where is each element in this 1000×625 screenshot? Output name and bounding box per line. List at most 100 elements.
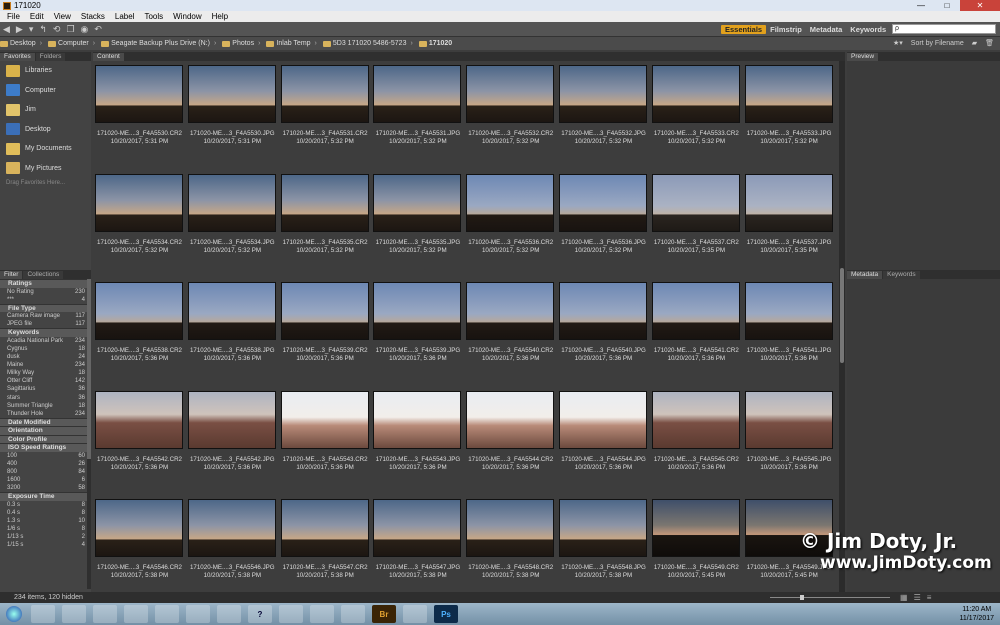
photo-thumbnail[interactable] [95,390,183,449]
back-icon[interactable]: ◀ [3,24,10,35]
photo-thumbnail[interactable] [559,173,647,232]
filter-row[interactable]: No Rating 230 [0,288,91,296]
thumbnail-item[interactable]: 171020-ME....3_F4A5541.JPG 10/20/2017, 5:… [743,278,836,383]
start-button-icon[interactable] [6,606,22,622]
system-clock[interactable]: 11:20 AM 11/17/2017 [959,605,994,623]
photo-thumbnail[interactable] [559,390,647,449]
app2-icon[interactable] [403,605,427,623]
favorite-item-my-pictures[interactable]: My Pictures [0,159,91,179]
breadcrumb-item[interactable]: 171020 [418,40,452,47]
photo-thumbnail[interactable] [280,282,369,340]
menu-edit[interactable]: Edit [25,12,49,21]
thumbnail-item[interactable]: 171020-ME....3_F4A5544.JPG 10/20/2017, 5:… [557,387,650,492]
filter-row[interactable]: Camera Raw image 117 [0,312,91,320]
thumbnail-item[interactable]: 171020-ME....3_F4A5545.CR2 10/20/2017, 5:… [650,387,743,492]
thumbnail-item[interactable]: 171020-ME....3_F4A5533.CR2 10/20/2017, 5:… [650,61,743,166]
menu-file[interactable]: File [2,12,25,21]
maximize-icon[interactable]: □ [934,0,960,11]
photo-thumbnail[interactable] [466,282,555,340]
thumbnail-item[interactable]: 171020-ME....3_F4A5546.CR2 10/20/2017, 5:… [93,495,186,592]
filter-row[interactable]: Acadia National Park 234 [0,337,91,345]
content-scrollbar[interactable] [839,61,845,592]
favorite-item-my-documents[interactable]: My Documents [0,139,91,159]
output-icon[interactable]: ◉ [81,24,89,35]
thumbnail-item[interactable]: 171020-ME....3_F4A5534.JPG 10/20/2017, 5:… [186,170,279,275]
filter-row[interactable]: 0.4 s 8 [0,509,91,517]
filter-row[interactable]: 1.3 s 10 [0,517,91,525]
app-icon[interactable] [341,605,365,623]
photo-thumbnail[interactable] [651,173,740,232]
favorite-item-libraries[interactable]: Libraries [0,61,91,81]
photo-thumbnail[interactable] [373,282,462,340]
thumbnail-item[interactable]: 171020-ME....3_F4A5539.CR2 10/20/2017, 5:… [279,278,372,383]
filter-row[interactable]: 0.3 s 8 [0,501,91,509]
workspace-essentials[interactable]: Essentials [721,25,767,34]
menu-label[interactable]: Label [110,12,140,21]
bridge-icon[interactable]: Br [372,605,396,623]
filter-row[interactable]: dusk 24 [0,353,91,361]
photo-thumbnail[interactable] [466,173,555,232]
menu-help[interactable]: Help [207,12,233,21]
favorite-item-jim[interactable]: Jim [0,100,91,120]
tab-filter[interactable]: Filter [0,271,23,279]
photo-thumbnail[interactable] [95,499,183,557]
photo-thumbnail[interactable] [95,65,183,123]
photo-thumbnail[interactable] [651,390,740,449]
photo-thumbnail[interactable] [95,173,183,232]
thumbnail-item[interactable]: 171020-ME....3_F4A5549.CR2 10/20/2017, 5:… [650,495,743,592]
photo-thumbnail[interactable] [559,65,647,123]
grid-view-icon[interactable]: ▦ [900,593,908,602]
thumbnail-item[interactable]: 171020-ME....3_F4A5541.CR2 10/20/2017, 5:… [650,278,743,383]
thumbnail-item[interactable]: 171020-ME....3_F4A5531.CR2 10/20/2017, 5:… [279,61,372,166]
thumbnail-item[interactable]: 171020-ME....3_F4A5530.CR2 10/20/2017, 5:… [93,61,186,166]
favorite-item-computer[interactable]: Computer [0,81,91,101]
details-view-icon[interactable]: ☰ [914,593,921,602]
tab-keywords[interactable]: Keywords [883,271,920,279]
thumbnail-item[interactable]: 171020-ME....3_F4A5533.JPG 10/20/2017, 5:… [743,61,836,166]
thumbnail-item[interactable]: 171020-ME....3_F4A5531.JPG 10/20/2017, 5:… [371,61,464,166]
thumbnail-item[interactable]: 171020-ME....3_F4A5545.JPG 10/20/2017, 5:… [743,387,836,492]
photo-thumbnail[interactable] [187,65,276,123]
rotate-icon[interactable]: ↶ [94,24,102,35]
filter-row[interactable]: Otter Cliff 142 [0,377,91,385]
camera-import-icon[interactable]: ⟲ [53,24,61,35]
photo-thumbnail[interactable] [95,282,183,340]
filter-row[interactable]: *** 4 [0,296,91,304]
photo-thumbnail[interactable] [744,282,833,340]
thumbnail-item[interactable]: 171020-ME....3_F4A5547.CR2 10/20/2017, 5:… [279,495,372,592]
filter-row[interactable]: 400 26 [0,460,91,468]
thumbnail-item[interactable]: 171020-ME....3_F4A5542.CR2 10/20/2017, 5:… [93,387,186,492]
menu-view[interactable]: View [49,12,76,21]
photo-thumbnail[interactable] [651,282,740,340]
menu-tools[interactable]: Tools [139,12,168,21]
filter-row[interactable]: Sagittarius 36 [0,385,91,393]
breadcrumb-item[interactable]: Seagate Backup Plus Drive (N:) › [101,40,220,47]
photo-thumbnail[interactable] [280,173,369,232]
thumbnail-item[interactable]: 171020-ME....3_F4A5548.JPG 10/20/2017, 5:… [557,495,650,592]
photo-thumbnail[interactable] [187,390,276,449]
filter-section-header[interactable]: Date Modified [0,417,91,427]
filter-row[interactable]: 800 84 [0,468,91,476]
thumbnail-item[interactable]: 171020-ME....3_F4A5538.CR2 10/20/2017, 5:… [93,278,186,383]
acrobat-icon[interactable] [310,605,334,623]
filter-section-header[interactable]: Keywords [0,328,91,337]
thumbnail-item[interactable]: 171020-ME....3_F4A5535.CR2 10/20/2017, 5:… [279,170,372,275]
breadcrumb-item[interactable]: Computer › [48,40,99,47]
filter-section-header[interactable]: Orientation [0,426,91,435]
photo-thumbnail[interactable] [373,173,462,232]
thumbnail-item[interactable]: 171020-ME....3_F4A5548.CR2 10/20/2017, 5:… [464,495,557,592]
photo-thumbnail[interactable] [651,499,740,557]
thumbnail-item[interactable]: 171020-ME....3_F4A5539.JPG 10/20/2017, 5:… [371,278,464,383]
filter-section-header[interactable]: Color Profile [0,434,91,444]
tab-collections[interactable]: Collections [23,271,64,279]
photo-thumbnail[interactable] [466,499,555,557]
photo-thumbnail[interactable] [744,390,833,449]
thumbnail-item[interactable]: 171020-ME....3_F4A5544.CR2 10/20/2017, 5:… [464,387,557,492]
filter-row[interactable]: 1/6 s 8 [0,525,91,533]
workspace-metadata[interactable]: Metadata [806,25,847,34]
thumbnail-item[interactable]: 171020-ME....3_F4A5546.JPG 10/20/2017, 5:… [186,495,279,592]
refine-icon[interactable]: ❐ [66,24,74,35]
favorite-item-desktop[interactable]: Desktop [0,120,91,140]
filter-row[interactable]: Summer Triangle 18 [0,402,91,410]
tab-favorites[interactable]: Favorites [0,53,35,61]
